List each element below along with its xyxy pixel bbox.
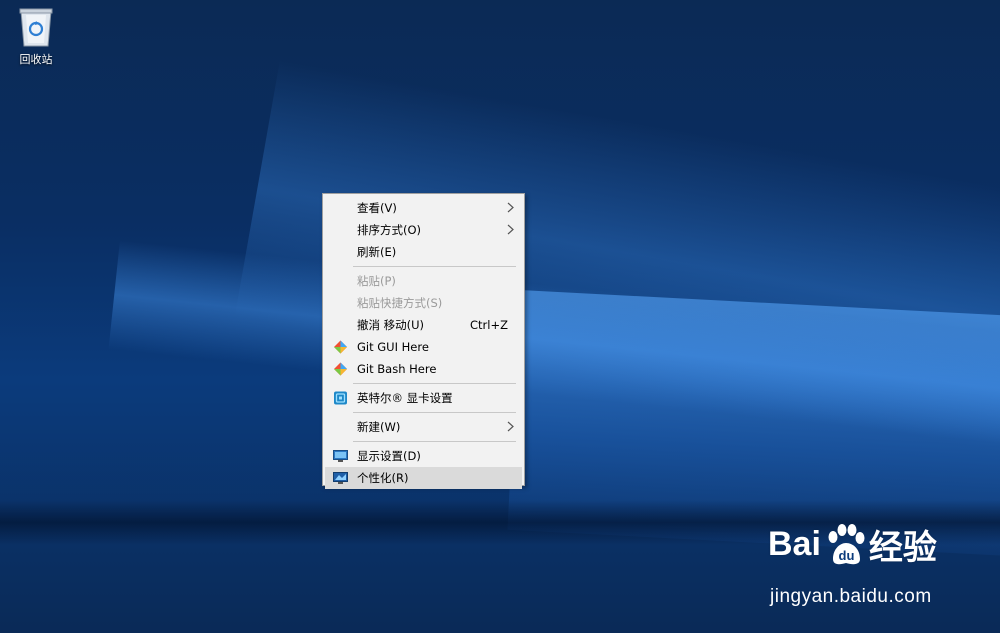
menu-item-sort-by[interactable]: 排序方式(O)	[325, 219, 522, 241]
personalize-icon	[333, 472, 348, 484]
git-icon	[334, 340, 347, 354]
menu-item-label: 显示设置(D)	[357, 449, 421, 463]
recycle-bin-icon	[19, 8, 53, 47]
baidu-logo: Bai du 经验	[768, 520, 937, 569]
menu-item-refresh[interactable]: 刷新(E)	[325, 241, 522, 263]
display-icon	[333, 450, 348, 462]
chevron-right-icon	[507, 416, 514, 440]
chevron-right-icon	[507, 219, 514, 243]
menu-item-new[interactable]: 新建(W)	[325, 416, 522, 438]
menu-item-label: 刷新(E)	[357, 245, 397, 259]
menu-separator	[353, 383, 516, 384]
watermark-logo-right: 经验	[868, 529, 937, 567]
menu-item-label: 粘贴快捷方式(S)	[357, 296, 443, 310]
menu-item-paste[interactable]: 粘贴(P)	[325, 270, 522, 292]
menu-item-label: Git Bash Here	[357, 362, 437, 376]
menu-item-git-gui[interactable]: Git GUI Here	[325, 336, 522, 358]
menu-item-label: 撤消 移动(U)	[357, 318, 425, 332]
desktop-context-menu: 查看(V) 排序方式(O) 刷新(E) 粘贴(P) 粘贴快捷方式(S) 撤消 移…	[322, 193, 525, 489]
menu-item-view[interactable]: 查看(V)	[325, 197, 522, 219]
intel-graphics-icon	[334, 391, 347, 405]
menu-item-label: 新建(W)	[357, 420, 401, 434]
menu-item-personalize[interactable]: 个性化(R)	[325, 467, 522, 489]
menu-item-label: 粘贴(P)	[357, 274, 396, 288]
baidu-jingyan-watermark: Bai du 经验 jingyan.baidu.com	[768, 520, 993, 620]
menu-separator	[353, 266, 516, 267]
desktop[interactable]: 回收站 查看(V) 排序方式(O) 刷新(E) 粘贴(P) 粘贴快捷方式(S) …	[0, 0, 1000, 633]
git-icon	[334, 362, 347, 376]
baidu-paw-icon: du	[828, 523, 865, 564]
svg-text:du: du	[838, 548, 854, 563]
menu-item-label: 个性化(R)	[357, 471, 409, 485]
desktop-icon-recycle-bin[interactable]: 回收站	[8, 6, 64, 72]
chevron-right-icon	[507, 197, 514, 221]
menu-item-shortcut: Ctrl+Z	[470, 318, 508, 332]
wallpaper-light-beam	[507, 290, 1000, 557]
menu-item-label: 排序方式(O)	[357, 223, 422, 237]
menu-item-label: 查看(V)	[357, 201, 397, 215]
menu-item-label: 英特尔® 显卡设置	[357, 391, 453, 405]
menu-item-paste-shortcut[interactable]: 粘贴快捷方式(S)	[325, 292, 522, 314]
menu-separator	[353, 441, 516, 442]
menu-item-intel-graphics[interactable]: 英特尔® 显卡设置	[325, 387, 522, 409]
menu-item-undo-move[interactable]: 撤消 移动(U) Ctrl+Z	[325, 314, 522, 336]
menu-item-git-bash[interactable]: Git Bash Here	[325, 358, 522, 380]
wallpaper-light-beam	[108, 240, 1000, 475]
menu-separator	[353, 412, 516, 413]
watermark-url: jingyan.baidu.com	[770, 586, 932, 607]
menu-item-label: Git GUI Here	[357, 340, 429, 354]
menu-item-display-settings[interactable]: 显示设置(D)	[325, 445, 522, 467]
desktop-icon-label: 回收站	[19, 53, 53, 66]
watermark-logo-left: Bai	[768, 525, 821, 563]
